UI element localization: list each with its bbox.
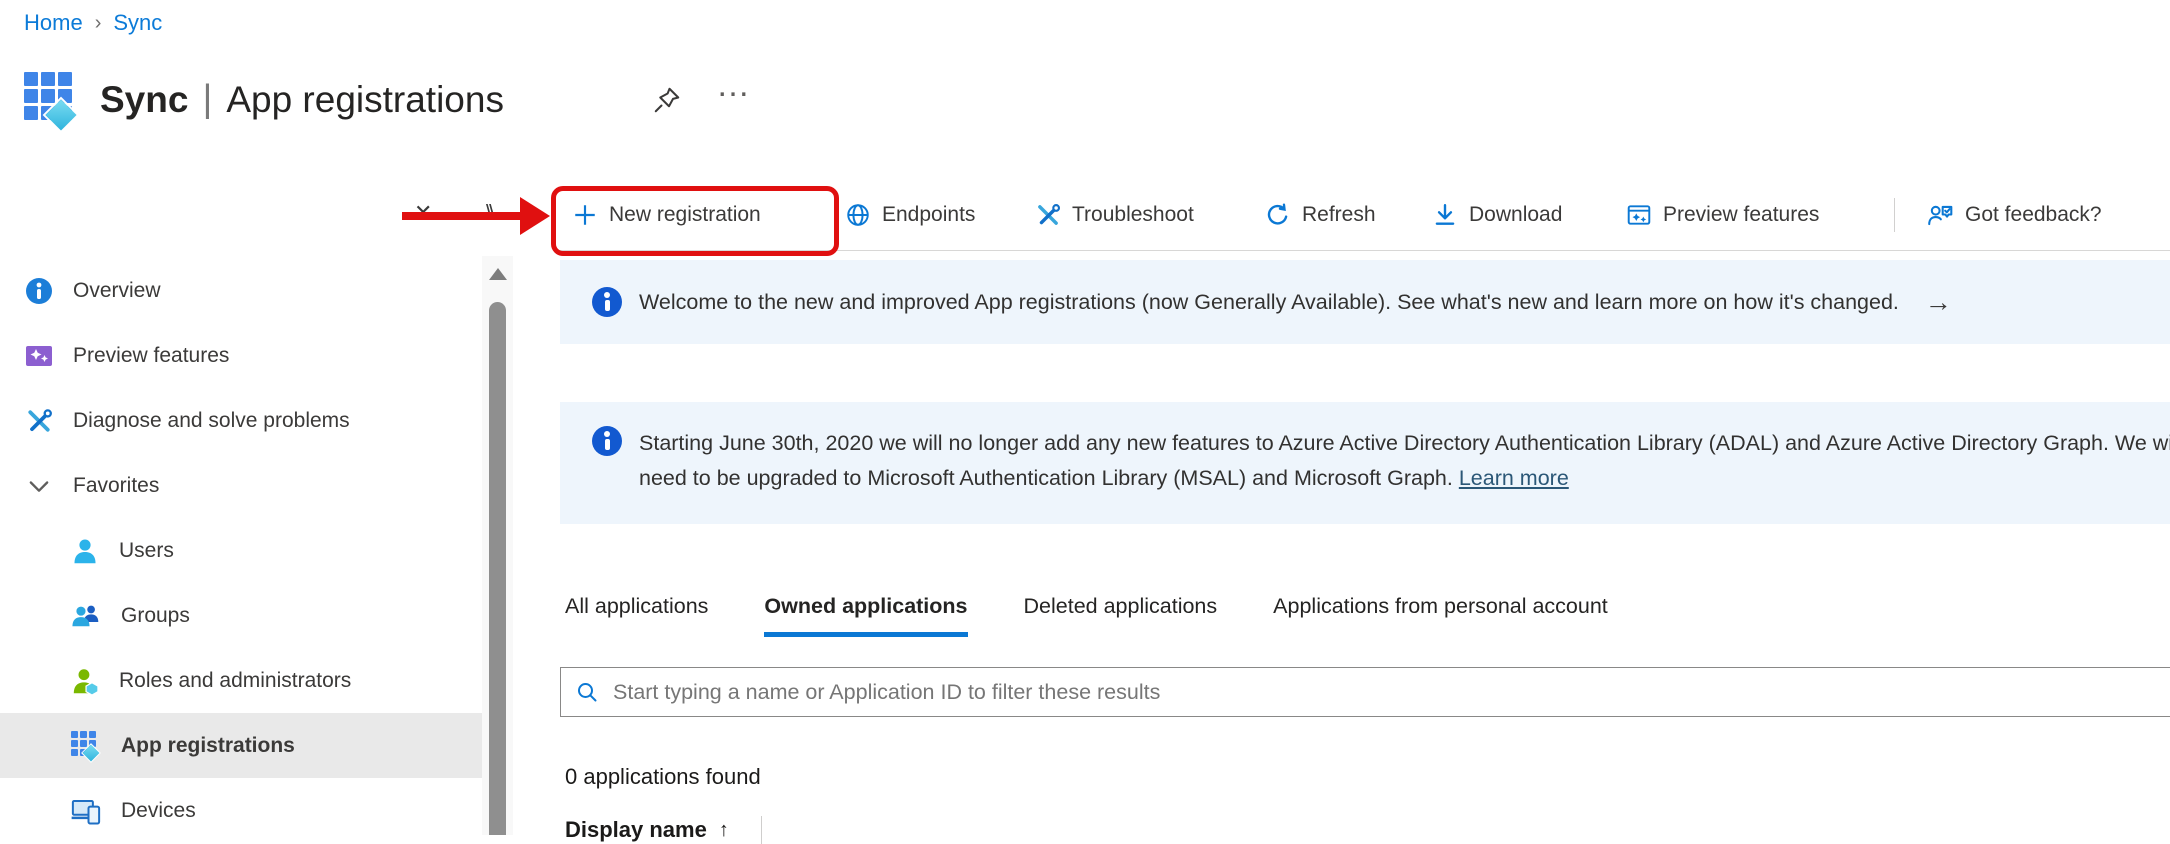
applications-tabs: All applications Owned applications Dele… (565, 594, 1608, 637)
sidebar-item-users[interactable]: Users (0, 518, 483, 583)
annotation-highlight-box (551, 186, 839, 256)
preview-features-button[interactable]: Preview features (1626, 192, 1819, 238)
download-icon (1432, 202, 1458, 228)
preview-window-icon (1626, 202, 1652, 228)
filter-search-box[interactable] (560, 667, 2170, 717)
welcome-banner-text: Welcome to the new and improved App regi… (639, 290, 1899, 315)
refresh-label: Refresh (1302, 203, 1376, 227)
feedback-button[interactable]: Got feedback? (1926, 192, 2102, 238)
applications-count: 0 applications found (565, 764, 761, 790)
chevron-down-icon (25, 472, 53, 500)
info-icon (592, 426, 622, 456)
page-title-section: App registrations (226, 79, 504, 121)
tools-icon (25, 407, 53, 435)
breadcrumb-home-link[interactable]: Home (24, 10, 83, 36)
sidebar-item-label: Users (119, 539, 174, 563)
sidebar-item-label: Roles and administrators (119, 669, 351, 693)
sidebar-item-preview-features[interactable]: Preview features (0, 323, 483, 388)
breadcrumb-separator: › (95, 12, 102, 35)
endpoints-button[interactable]: Endpoints (845, 192, 975, 238)
annotation-arrow-head (520, 197, 550, 235)
page-title-app: Sync (100, 79, 188, 121)
sidebar-item-label: Overview (73, 279, 161, 303)
devices-icon (71, 797, 101, 825)
info-icon (592, 287, 622, 317)
info-icon (25, 277, 53, 305)
sidebar-item-groups[interactable]: Groups (0, 583, 483, 648)
app-registrations-logo-icon (24, 72, 78, 126)
display-name-column-header[interactable]: Display name ↑ (565, 816, 762, 844)
adal-deprecation-banner: Starting June 30th, 2020 we will no long… (560, 402, 2170, 524)
sidebar-item-devices[interactable]: Devices (0, 778, 483, 843)
display-name-label: Display name (565, 817, 707, 843)
search-icon (575, 680, 599, 704)
sidebar-item-label: Groups (121, 604, 190, 628)
sidebar-item-app-registrations[interactable]: App registrations (0, 713, 483, 778)
tab-deleted-applications[interactable]: Deleted applications (1024, 594, 1218, 637)
feedback-icon (1926, 202, 1954, 228)
role-cube-icon (71, 667, 99, 695)
filter-search-input[interactable] (611, 679, 2170, 706)
sidebar-item-label: Devices (121, 799, 196, 823)
sort-ascending-icon: ↑ (719, 819, 729, 842)
tab-all-applications[interactable]: All applications (565, 594, 708, 637)
troubleshoot-button[interactable]: Troubleshoot (1035, 192, 1194, 238)
toolbar-separator (1894, 198, 1895, 232)
arrow-right-icon[interactable]: → (1925, 287, 1952, 318)
welcome-banner: Welcome to the new and improved App regi… (560, 260, 2170, 344)
user-icon (71, 537, 99, 565)
sidebar-group-favorites[interactable]: Favorites (0, 453, 483, 518)
endpoints-label: Endpoints (882, 203, 975, 227)
pin-icon[interactable] (652, 85, 682, 115)
troubleshoot-label: Troubleshoot (1072, 203, 1194, 227)
more-options-button[interactable]: … (716, 66, 752, 105)
tools-icon (1035, 202, 1061, 228)
sidebar-item-label: Preview features (73, 344, 229, 368)
refresh-button[interactable]: Refresh (1265, 192, 1376, 238)
app-grid-icon (71, 731, 101, 761)
preview-features-label: Preview features (1663, 203, 1819, 227)
feedback-label: Got feedback? (1965, 203, 2102, 227)
title-separator: | (202, 78, 212, 121)
adal-banner-line1: Starting June 30th, 2020 we will no long… (639, 426, 2170, 461)
sidebar-item-diagnose[interactable]: Diagnose and solve problems (0, 388, 483, 453)
tab-applications-personal-account[interactable]: Applications from personal account (1273, 594, 1608, 637)
sidebar-item-roles[interactable]: Roles and administrators (0, 648, 483, 713)
adal-banner-line2-text: need to be upgraded to Microsoft Authent… (639, 466, 1459, 490)
learn-more-link[interactable]: Learn more (1459, 466, 1569, 490)
download-label: Download (1469, 203, 1562, 227)
users-icon (71, 602, 101, 630)
page-title: Sync | App registrations (100, 78, 504, 121)
breadcrumb-current-link[interactable]: Sync (113, 10, 162, 36)
sidebar-item-label: Diagnose and solve problems (73, 409, 350, 433)
scrollbar-up-arrow-icon[interactable] (489, 268, 507, 280)
tab-owned-applications[interactable]: Owned applications (764, 594, 967, 637)
sidebar-item-label: Favorites (73, 474, 159, 498)
sidebar-item-overview[interactable]: Overview (0, 258, 483, 323)
globe-icon (845, 202, 871, 228)
download-button[interactable]: Download (1432, 192, 1562, 238)
breadcrumb: Home › Sync (24, 10, 162, 36)
column-divider (761, 816, 762, 844)
sidebar-item-label: App registrations (121, 734, 295, 758)
annotation-arrow-line (402, 212, 522, 220)
adal-banner-text: Starting June 30th, 2020 we will no long… (639, 426, 2170, 496)
refresh-icon (1265, 202, 1291, 228)
sparkles-icon (25, 342, 53, 370)
adal-banner-line2: need to be upgraded to Microsoft Authent… (639, 461, 2170, 496)
scrollbar-thumb[interactable] (489, 302, 506, 835)
sidebar-scrollbar[interactable] (482, 256, 513, 835)
